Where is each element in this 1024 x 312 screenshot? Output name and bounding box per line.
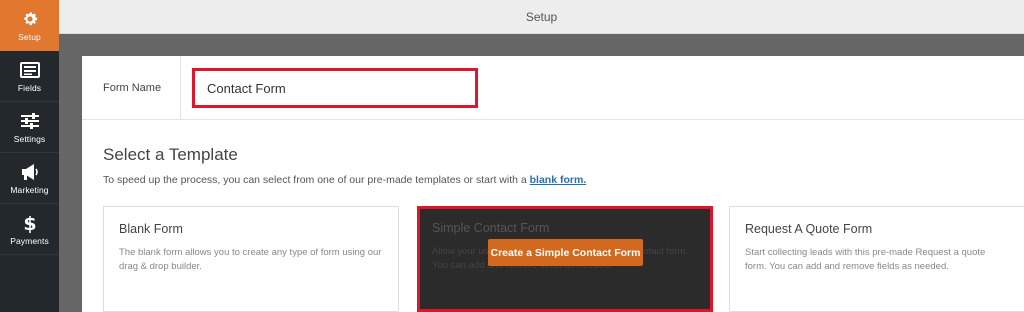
topbar: Setup [59,0,1024,34]
select-template-subtitle: To speed up the process, you can select … [103,174,586,186]
gear-icon [19,9,41,29]
template-card-blank[interactable]: Blank Form The blank form allows you to … [103,206,399,312]
dollar-icon: $ [19,213,41,233]
sidebar: Setup Fields Settings Marketing $ Paymen… [0,0,59,312]
sidebar-item-fields[interactable]: Fields [0,51,59,102]
sidebar-item-label: Marketing [10,184,49,195]
card-title: Simple Contact Form [432,221,550,235]
card-description: Start collecting leads with this pre-mad… [745,247,986,272]
sidebar-item-payments[interactable]: $ Payments [0,204,59,255]
form-name-label: Form Name [103,82,162,94]
fields-icon [19,60,41,80]
template-card-simple-contact[interactable]: Simple Contact Form Allow your users to … [417,206,713,312]
sidebar-item-label: Setup [18,32,41,42]
svg-text:$: $ [23,213,36,233]
card-title: Blank Form [119,222,183,236]
sidebar-item-setup[interactable]: Setup [0,0,59,51]
megaphone-icon [19,162,41,182]
subtitle-text: To speed up the process, you can select … [103,174,527,186]
divider [180,56,181,120]
sidebar-item-label: Payments [10,235,49,246]
blank-form-link[interactable]: blank form. [530,174,587,186]
card-description: The blank form allows you to create any … [119,247,382,272]
sidebar-item-label: Fields [17,82,42,93]
form-name-input[interactable] [192,68,478,108]
form-name-row: Form Name [82,56,1024,120]
sliders-icon [19,111,41,131]
sidebar-item-marketing[interactable]: Marketing [0,153,59,204]
page-title: Setup [525,9,558,24]
card-title: Request A Quote Form [745,222,873,236]
create-simple-contact-form-button[interactable]: Create a Simple Contact Form [488,239,643,266]
select-template-heading: Select a Template [103,145,238,164]
template-card-request-quote[interactable]: Request A Quote Form Start collecting le… [729,206,1024,312]
setup-panel: Form Name Select a Template To speed up … [82,56,1024,312]
sidebar-item-label: Settings [13,133,46,144]
sidebar-item-settings[interactable]: Settings [0,102,59,153]
